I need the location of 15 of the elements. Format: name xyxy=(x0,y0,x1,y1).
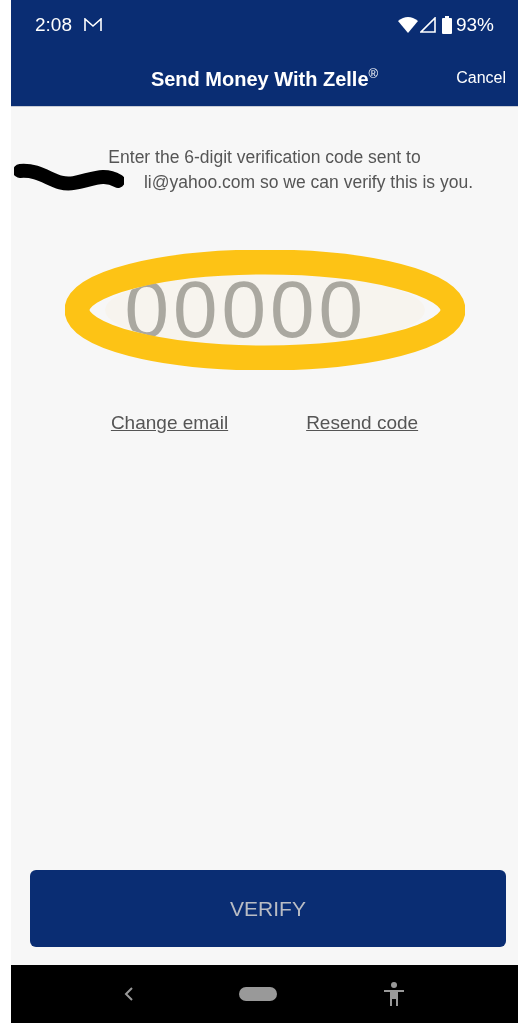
text-link[interactable]: Change email xyxy=(110,412,229,434)
back-icon[interactable] xyxy=(123,986,134,1002)
mail-icon xyxy=(84,18,102,32)
accessibility-icon[interactable] xyxy=(383,982,406,1006)
cancel-button[interactable]: Cancel xyxy=(456,69,506,87)
signal-icon xyxy=(419,17,436,33)
clock-time: 2:08 xyxy=(35,14,72,36)
home-pill-icon[interactable] xyxy=(239,987,278,1001)
text-link[interactable]: Resend code xyxy=(306,412,419,434)
battery-icon xyxy=(441,16,452,34)
wifi-icon xyxy=(397,17,418,33)
battery-percent: 93% xyxy=(455,14,494,36)
screen-title: Send Money With Zelle$^{®}$ xyxy=(150,65,379,91)
instruction-text: li@yahoo.com so we can verify this is you. xyxy=(144,171,473,194)
instruction-text: Enter the 6-digit verification code sent to xyxy=(108,146,421,169)
